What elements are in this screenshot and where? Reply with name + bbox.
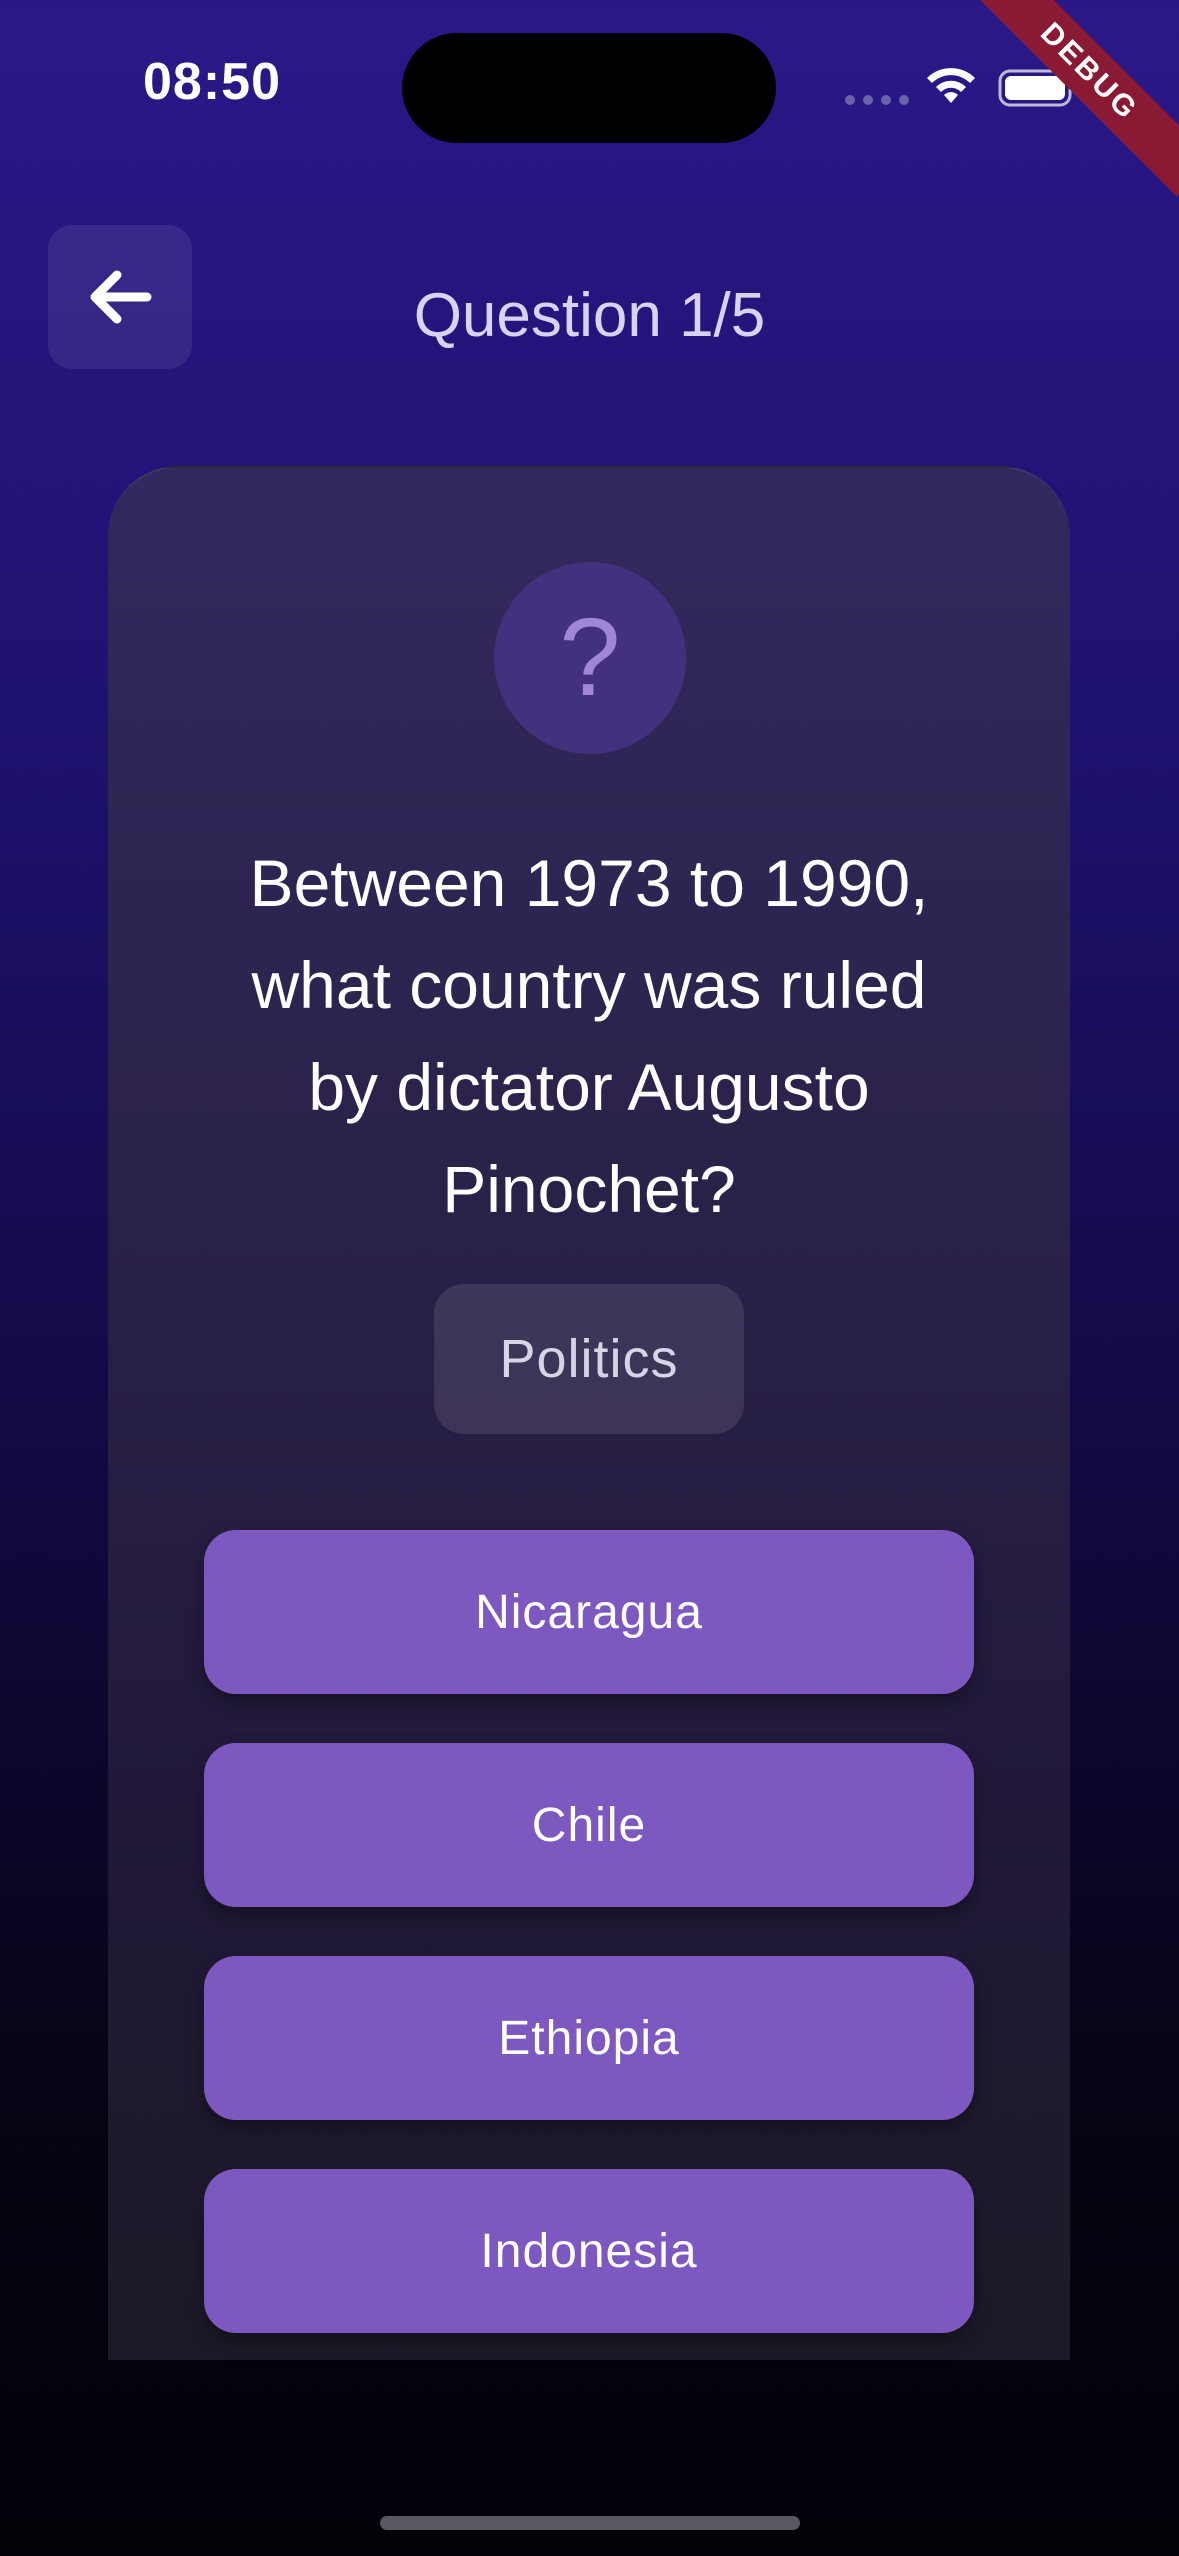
wifi-icon (927, 68, 975, 103)
question-text: Between 1973 to 1990, what country was r… (249, 846, 929, 1226)
question-mark-icon: ? (494, 562, 686, 754)
dynamic-island (402, 33, 776, 143)
home-indicator[interactable] (380, 2516, 800, 2530)
page-title: Question 1/5 (413, 281, 766, 350)
answer-button-ethiopia[interactable]: Ethiopia (204, 1956, 974, 2120)
answer-button-nicaragua[interactable]: Nicaragua (204, 1530, 974, 1694)
status-time: 08:50 (143, 53, 281, 111)
answer-button-indonesia[interactable]: Indonesia (204, 2169, 974, 2333)
answer-button-chile[interactable]: Chile (204, 1743, 974, 1907)
category-badge: Politics (434, 1284, 744, 1434)
cellular-signal-icon (845, 95, 909, 105)
question-card: ? Between 1973 to 1990, what country was… (108, 466, 1070, 2360)
question-mark-glyph: ? (559, 596, 621, 719)
